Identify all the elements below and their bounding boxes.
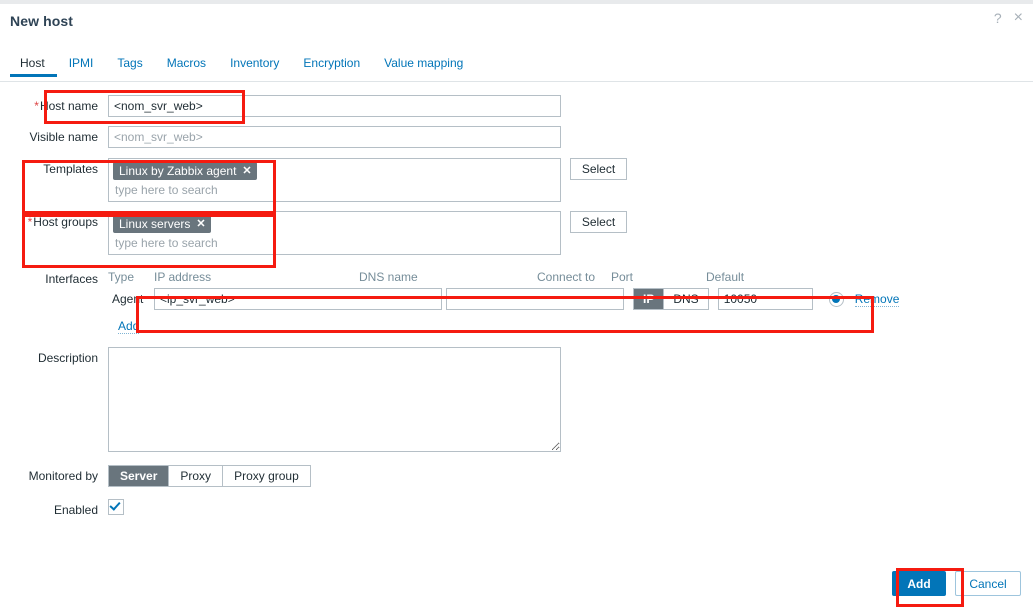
- tab-encryption[interactable]: Encryption: [291, 56, 372, 77]
- monitored-by-segmented[interactable]: Server Proxy Proxy group: [108, 465, 311, 487]
- cancel-button[interactable]: Cancel: [955, 571, 1021, 596]
- tab-value-mapping[interactable]: Value mapping: [372, 56, 475, 77]
- tab-macros[interactable]: Macros: [155, 56, 218, 77]
- col-connect-to: Connect to: [537, 270, 596, 284]
- description-label: Description: [37, 351, 98, 365]
- monitored-by-label: Monitored by: [28, 469, 98, 483]
- interfaces-table: Type IP address DNS name Connect to Port…: [108, 268, 900, 310]
- close-icon[interactable]: ✕: [196, 218, 205, 230]
- host-groups-select-button[interactable]: Select: [570, 211, 627, 233]
- dialog-title: New host: [10, 13, 74, 29]
- host-name-input[interactable]: [108, 95, 561, 117]
- field-row-enabled: Enabled: [0, 499, 1033, 521]
- required-marker: *: [27, 215, 33, 229]
- templates-select-button[interactable]: Select: [570, 158, 627, 180]
- interface-remove-link[interactable]: Remove: [854, 292, 900, 307]
- tab-bar: Host IPMI Tags Macros Inventory Encrypti…: [0, 56, 1033, 82]
- host-name-label: *Host name: [34, 99, 98, 113]
- field-row-visible-name: Visible name: [0, 126, 1033, 148]
- templates-chip[interactable]: Linux by Zabbix agent ✕: [113, 162, 257, 180]
- host-groups-label: *Host groups: [27, 215, 98, 229]
- interface-type: Agent: [112, 292, 144, 306]
- host-groups-multiselect[interactable]: Linux servers ✕: [108, 211, 561, 255]
- tab-host[interactable]: Host: [10, 56, 57, 77]
- host-groups-chip-label: Linux servers: [119, 217, 191, 231]
- connect-to-dns-option[interactable]: DNS: [664, 289, 707, 309]
- enabled-checkbox[interactable]: [108, 499, 124, 515]
- window-top-strip: [0, 0, 1033, 4]
- templates-search-input[interactable]: [113, 180, 543, 198]
- templates-multiselect[interactable]: Linux by Zabbix agent ✕: [108, 158, 561, 202]
- col-default: Default: [706, 270, 745, 284]
- interfaces-label: Interfaces: [45, 272, 98, 286]
- interface-dns-input[interactable]: [446, 288, 624, 310]
- col-ip-address: IP address: [154, 270, 212, 284]
- add-interface-link[interactable]: Add: [118, 319, 140, 334]
- monitored-by-proxy-option[interactable]: Proxy: [169, 466, 224, 486]
- field-row-host-name: *Host name: [0, 95, 1033, 117]
- col-dns-name: DNS name: [359, 270, 418, 284]
- visible-name-input[interactable]: [108, 126, 561, 148]
- visible-name-label: Visible name: [29, 130, 98, 144]
- templates-chip-label: Linux by Zabbix agent: [119, 164, 237, 178]
- interface-default-radio[interactable]: [828, 291, 844, 307]
- host-groups-search-input[interactable]: [113, 233, 543, 251]
- required-marker: *: [34, 99, 39, 113]
- dialog-footer: Add Cancel: [892, 571, 1021, 596]
- dialog-header-controls: ? ×: [994, 10, 1023, 26]
- monitored-by-server-option[interactable]: Server: [109, 466, 170, 486]
- add-button[interactable]: Add: [892, 571, 946, 596]
- connect-to-ip-option[interactable]: IP: [634, 289, 665, 309]
- tab-ipmi[interactable]: IPMI: [57, 56, 106, 77]
- interface-ip-input[interactable]: [154, 288, 442, 310]
- interface-row: Agent IP DNS Remove: [108, 288, 900, 310]
- enabled-label: Enabled: [53, 503, 98, 517]
- description-textarea[interactable]: [108, 347, 561, 452]
- templates-label: Templates: [43, 162, 98, 176]
- interface-port-input[interactable]: [717, 288, 813, 310]
- tab-tags[interactable]: Tags: [105, 56, 154, 77]
- col-type: Type: [108, 270, 135, 284]
- col-port: Port: [611, 270, 634, 284]
- interfaces-header: Type IP address DNS name Connect to Port…: [108, 268, 899, 286]
- field-row-templates: Templates Linux by Zabbix agent ✕ Select: [0, 158, 1033, 202]
- field-row-interfaces: Interfaces Type IP address DNS name Conn…: [0, 268, 1033, 310]
- close-icon[interactable]: ×: [1014, 10, 1023, 26]
- field-row-description: Description: [0, 347, 1033, 452]
- help-icon[interactable]: ?: [994, 11, 1002, 25]
- host-groups-chip[interactable]: Linux servers ✕: [113, 215, 211, 233]
- field-row-monitored-by: Monitored by Server Proxy Proxy group: [0, 465, 1033, 487]
- tab-inventory[interactable]: Inventory: [218, 56, 291, 77]
- connect-to-toggle[interactable]: IP DNS: [633, 288, 709, 310]
- add-interface-wrap: Add: [118, 319, 1033, 334]
- host-form: *Host name Visible name Templates Linux …: [0, 82, 1033, 527]
- close-icon[interactable]: ✕: [242, 165, 251, 177]
- field-row-host-groups: *Host groups Linux servers ✕ Select: [0, 211, 1033, 255]
- monitored-by-proxy-group-option[interactable]: Proxy group: [223, 466, 310, 486]
